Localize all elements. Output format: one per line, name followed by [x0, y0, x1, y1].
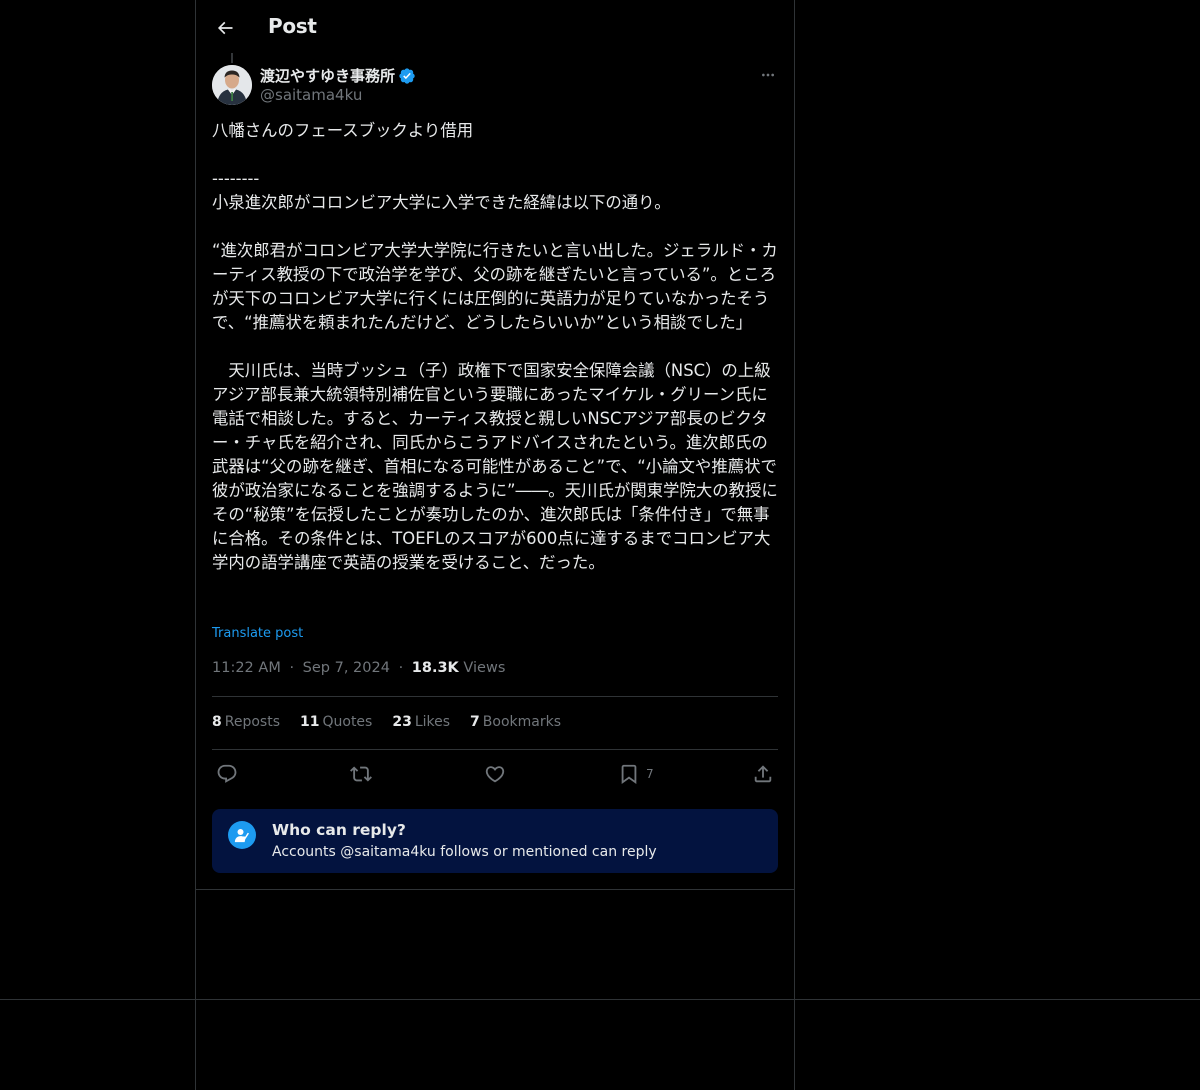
mention-user-icon: [228, 821, 256, 849]
verified-badge-icon: [399, 67, 415, 84]
translate-post-link[interactable]: Translate post: [212, 626, 303, 641]
post-text: 八幡さんのフェースブックより借用 -------- 小泉進次郎がコロンビア大学に…: [212, 121, 778, 572]
repost-icon: [350, 766, 372, 782]
author-name-row[interactable]: 渡辺やすゆき事務所: [260, 65, 416, 86]
author-name[interactable]: 渡辺やすゆき事務所: [260, 65, 395, 86]
lower-divider: [0, 999, 1200, 1000]
meta-separator: ·: [289, 660, 295, 676]
column-border-left: [195, 0, 196, 1090]
post-date[interactable]: Sep 7, 2024: [303, 660, 390, 676]
quotes-stat[interactable]: 11 Quotes: [300, 714, 372, 730]
bookmarks-stat[interactable]: 7 Bookmarks: [470, 714, 561, 730]
action-bar: 7: [212, 760, 778, 788]
avatar[interactable]: [212, 65, 252, 105]
meta-separator: ·: [398, 660, 404, 676]
repost-button[interactable]: [350, 762, 372, 786]
thread-connector: [231, 53, 233, 63]
avatar-photo: [212, 65, 252, 105]
like-icon: [485, 766, 505, 783]
reposts-stat[interactable]: 8 Reposts: [212, 714, 280, 730]
more-options-button[interactable]: [758, 65, 778, 85]
share-icon: [754, 765, 772, 783]
back-button[interactable]: [208, 11, 242, 45]
bookmark-icon: [621, 764, 637, 785]
post-end-divider: [196, 889, 794, 890]
bookmark-count: 7: [646, 767, 654, 781]
like-button[interactable]: [484, 762, 506, 786]
likes-stat[interactable]: 23 Likes: [392, 714, 450, 730]
share-button[interactable]: [752, 762, 774, 786]
views-count: 18.3K: [411, 660, 459, 676]
views-label: Views: [463, 660, 506, 676]
stats-divider: [212, 749, 778, 750]
reply-icon: [217, 764, 237, 783]
bookmark-button[interactable]: 7: [618, 762, 654, 786]
engagement-stats: 8 Reposts 11 Quotes 23 Likes 7 Bookmarks: [212, 714, 561, 730]
post-meta: 11:22 AM · Sep 7, 2024 · 18.3K Views: [212, 660, 505, 676]
post-author: 渡辺やすゆき事務所 @saitama4ku: [212, 64, 778, 108]
post-header: Post: [196, 0, 794, 63]
back-arrow-icon: [217, 21, 233, 35]
reply-notice-title: Who can reply?: [272, 821, 406, 839]
more-dots-icon: [762, 73, 774, 77]
column-border-right: [794, 0, 795, 1090]
reply-button[interactable]: [216, 762, 238, 786]
post-time[interactable]: 11:22 AM: [212, 660, 281, 676]
meta-divider: [212, 696, 778, 697]
reply-notice-subtitle: Accounts @saitama4ku follows or mentione…: [272, 844, 657, 860]
page-title: Post: [268, 14, 317, 38]
author-handle[interactable]: @saitama4ku: [260, 86, 362, 104]
reply-restriction-notice: Who can reply? Accounts @saitama4ku foll…: [212, 809, 778, 873]
